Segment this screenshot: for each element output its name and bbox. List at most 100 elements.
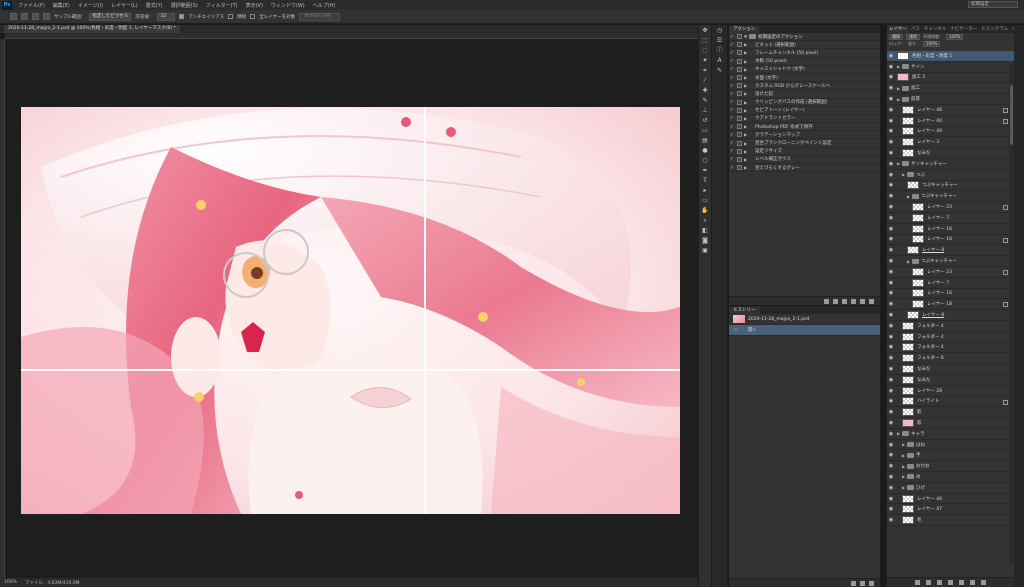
check-icon[interactable]: ✓ (729, 148, 735, 154)
layer-row[interactable]: ◉ レイヤー 28 (887, 386, 1014, 397)
action-item[interactable]: ✓ ▶ 木製 (50 pixel) (729, 58, 880, 66)
menu-item[interactable]: 書式(Y) (142, 2, 167, 9)
eye-icon[interactable]: ◉ (887, 247, 895, 253)
layer-row[interactable]: ◉ 影 (887, 407, 1014, 419)
eye-icon[interactable]: ◉ (887, 474, 895, 480)
layer-row[interactable]: ◉ フォルダー 4 (887, 332, 1014, 343)
check-icon[interactable]: ✓ (729, 50, 735, 56)
eye-icon[interactable]: ◉ (887, 64, 895, 70)
layer-group-row[interactable]: ◉ ▶ つぶ (887, 170, 1014, 181)
trash-icon[interactable] (869, 580, 874, 586)
tolerance-input[interactable]: 32 (157, 12, 176, 21)
eye-icon[interactable]: ◉ (887, 355, 895, 361)
eyedropper-tool-icon[interactable]: ⁄ (700, 77, 710, 85)
tab-actions[interactable]: アクション (729, 26, 760, 33)
healing-brush-tool-icon[interactable]: ✚ (700, 87, 710, 95)
eye-icon[interactable]: ◉ (887, 85, 895, 91)
layer-row[interactable]: ◉ レイヤー 8 (887, 310, 1014, 321)
properties-panel-icon[interactable]: ☰ (715, 37, 725, 45)
layer-group-row[interactable]: ◉ ▶ つぶキャッチャー (887, 256, 1014, 267)
check-icon[interactable]: ✓ (729, 132, 735, 138)
layer-group-row[interactable]: ◉ ▶ ひげ (887, 483, 1014, 494)
menu-item[interactable]: 編集(E) (49, 2, 74, 9)
action-item[interactable]: ✓ ▶ カスタム RGB からグレースケールへ (729, 82, 880, 91)
check-icon[interactable]: ✓ (729, 58, 735, 64)
action-item[interactable]: ✓ ▶ Photoshop PDF 形式で保存 (729, 123, 880, 132)
menu-item[interactable]: レイヤー(L) (107, 2, 142, 9)
dialog-toggle[interactable] (737, 34, 742, 40)
layer-row[interactable]: ◉ なみだ (887, 364, 1014, 375)
adjustment-layer-icon[interactable] (948, 580, 953, 585)
layer-group-row[interactable]: ◉ ▶ 前景 (887, 94, 1014, 105)
eye-icon[interactable]: ◉ (887, 161, 895, 167)
layer-row[interactable]: ◉ レイヤー 7 (887, 278, 1014, 289)
eye-icon[interactable]: ◉ (887, 204, 895, 210)
dialog-toggle[interactable] (737, 148, 742, 154)
chevron-right-icon[interactable]: ▶ (744, 116, 749, 121)
fx-icon[interactable] (1003, 399, 1008, 405)
chevron-right-icon[interactable]: ▶ (744, 165, 749, 170)
action-item[interactable]: ✓ ▶ 設定リサイズ (729, 148, 880, 156)
check-icon[interactable]: ✓ (729, 140, 735, 146)
eye-icon[interactable]: ◉ (887, 226, 895, 232)
layer-group-row[interactable]: ◉ ▶ 加工 (887, 83, 1014, 95)
layer-group-row[interactable]: ◉ ▶ つぶキャッチャー (887, 191, 1014, 203)
fx-icon[interactable] (1003, 118, 1008, 124)
lasso-tool-icon[interactable]: ◌ (700, 47, 710, 55)
layer-row[interactable]: ◉ レイヤー 3 (887, 137, 1014, 149)
layer-row[interactable]: ◉ 毛 (887, 515, 1014, 527)
layer-style-icon[interactable] (926, 580, 931, 585)
eye-icon[interactable]: ◉ (887, 377, 895, 383)
magic-wand-tool-icon[interactable]: ✦ (700, 57, 710, 65)
eye-icon[interactable]: ◉ (887, 118, 895, 124)
layer-row[interactable]: ◉ つぶキャッチャー (887, 181, 1014, 192)
clone-stamp-tool-icon[interactable]: ⊥ (700, 107, 710, 115)
layer-row[interactable]: ◉ レイヤー 47 (887, 504, 1014, 516)
dialog-toggle[interactable] (737, 132, 742, 138)
record-icon[interactable] (833, 298, 838, 304)
eye-icon[interactable]: ◉ (887, 139, 895, 145)
screen-mode-icon[interactable]: ▣ (700, 247, 710, 255)
eye-icon[interactable]: ◉ (887, 107, 895, 113)
check-icon[interactable]: ✓ (729, 115, 735, 121)
layer-row[interactable]: ◉ フォルダー 6 (887, 353, 1014, 365)
tab-history[interactable]: ヒストリー (729, 307, 760, 314)
check-icon[interactable]: ✓ (729, 66, 735, 72)
action-item[interactable]: ✓ ▶ 溶けた鉛 (729, 90, 880, 99)
layer-row[interactable]: ◉ レイヤー 8 (887, 245, 1014, 257)
layers-scroll-thumb[interactable] (1010, 85, 1013, 145)
eye-icon[interactable]: ◉ (887, 74, 895, 80)
eye-icon[interactable]: ◉ (887, 506, 895, 512)
layer-group-row[interactable]: ◉ ▶ キャラ (887, 429, 1014, 440)
layer-row[interactable]: ◉ レイヤー 46 (887, 494, 1014, 505)
layer-row[interactable]: ◉ レイヤー 7 (887, 213, 1014, 224)
eye-icon[interactable]: ◉ (887, 236, 895, 242)
new-selection-icon[interactable] (21, 13, 28, 20)
chevron-right-icon[interactable]: ▶ (744, 50, 749, 55)
layer-group-row[interactable]: ◉ ▶ め (887, 472, 1014, 483)
eye-icon[interactable]: ◉ (887, 150, 895, 156)
dialog-toggle[interactable] (737, 75, 742, 81)
blend-mode-select[interactable]: 通常 (906, 34, 920, 40)
fx-icon[interactable] (1003, 107, 1008, 113)
check-icon[interactable]: ✓ (729, 83, 735, 89)
eye-icon[interactable]: ◉ (887, 420, 895, 426)
dialog-toggle[interactable] (737, 124, 742, 130)
dialog-toggle[interactable] (737, 165, 742, 171)
dialog-toggle[interactable] (737, 99, 742, 105)
eye-icon[interactable]: ◉ (887, 269, 895, 275)
eye-icon[interactable]: ◉ (887, 452, 895, 458)
action-set[interactable]: ✓ ▼ 初期設定のアクション (729, 33, 880, 42)
eye-icon[interactable]: ◉ (887, 312, 895, 318)
chevron-right-icon[interactable]: ▶ (744, 67, 749, 72)
layer-row[interactable]: ◉ レイヤー 18 (887, 235, 1014, 246)
all-layers-checkbox[interactable] (250, 14, 256, 19)
eye-icon[interactable]: ◉ (887, 409, 895, 415)
dodge-tool-icon[interactable]: ○ (700, 157, 710, 165)
layer-group-row[interactable]: ◉ ▶ 手 (887, 450, 1014, 462)
layer-row[interactable]: ◉ レイヤー 16 (887, 289, 1014, 300)
layer-row[interactable]: ◉ ハイライト (887, 397, 1014, 408)
eye-icon[interactable]: ◉ (887, 398, 895, 404)
brush-panel-icon[interactable]: ✎ (715, 67, 725, 75)
play-icon[interactable] (842, 298, 847, 304)
